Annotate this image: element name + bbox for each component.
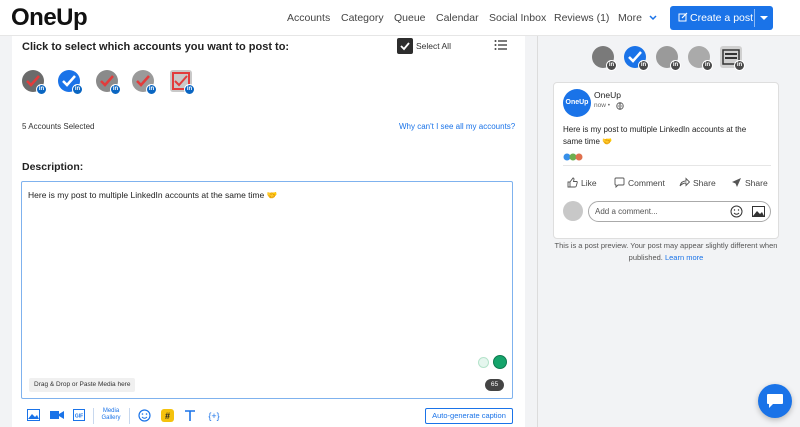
send-icon xyxy=(732,178,741,187)
emoji-icon[interactable] xyxy=(138,409,151,422)
nav-category[interactable]: Category xyxy=(341,12,384,24)
caret-down-icon[interactable] xyxy=(760,16,768,20)
nav-calendar[interactable]: Calendar xyxy=(436,12,479,24)
create-post-separator xyxy=(754,9,755,27)
media-gallery-button[interactable]: Media Gallery xyxy=(100,408,122,422)
nav-social-inbox[interactable]: Social Inbox xyxy=(489,12,546,24)
svg-text:{+}: {+} xyxy=(208,411,219,421)
linkedin-icon: in xyxy=(72,84,83,95)
why-accounts-link[interactable]: Why can't I see all my accounts? xyxy=(399,122,515,131)
panel-divider xyxy=(537,36,538,427)
chat-support-button[interactable] xyxy=(758,384,792,418)
like-label: Like xyxy=(581,178,597,188)
share-label: Share xyxy=(693,178,716,188)
gif-icon[interactable]: GIF xyxy=(73,409,85,421)
image-icon[interactable] xyxy=(27,409,40,421)
variables-icon[interactable]: {+} xyxy=(206,409,222,422)
top-nav: OneUp Accounts Category Queue Calendar S… xyxy=(0,0,800,36)
grammarly-icon[interactable] xyxy=(493,355,507,369)
create-post-label: Create a post xyxy=(690,12,754,24)
share-icon xyxy=(679,177,691,187)
create-post-button[interactable]: Create a post xyxy=(670,6,773,30)
media-gallery-line2: Gallery xyxy=(101,415,121,421)
auto-generate-caption-button[interactable]: Auto-generate caption xyxy=(425,408,513,424)
preview-account-2[interactable]: in xyxy=(624,46,649,71)
nav-queue[interactable]: Queue xyxy=(394,12,426,24)
account-avatar-2[interactable]: in xyxy=(58,70,83,95)
account-avatar-3[interactable]: in xyxy=(96,70,121,95)
reactions-icon xyxy=(563,153,583,161)
video-icon[interactable] xyxy=(50,409,64,421)
comment-box[interactable] xyxy=(588,201,771,222)
media-dropzone[interactable]: Drag & Drop or Paste Media here xyxy=(29,378,136,392)
thumbs-up-icon xyxy=(567,177,578,188)
nav-more[interactable]: More xyxy=(618,12,657,24)
account-avatar-1[interactable]: in xyxy=(22,70,47,95)
chevron-down-icon xyxy=(649,15,657,21)
list-view-icon[interactable] xyxy=(494,39,508,51)
nav-reviews[interactable]: Reviews (1) xyxy=(554,12,609,24)
description-editor[interactable]: Here is my post to multiple LinkedIn acc… xyxy=(21,181,513,399)
post-avatar: OneUp xyxy=(563,89,591,117)
post-body: Here is my post to multiple LinkedIn acc… xyxy=(563,125,747,146)
post-author-name: OneUp xyxy=(594,90,621,100)
account-avatar-4[interactable]: in xyxy=(132,70,157,95)
description-label: Description: xyxy=(22,161,84,173)
linkedin-icon: in xyxy=(734,60,745,71)
linkedin-icon: in xyxy=(606,60,617,71)
send-action[interactable]: Share xyxy=(731,177,768,188)
linkedin-icon: in xyxy=(638,60,649,71)
oneup-logo[interactable]: OneUp xyxy=(11,4,88,32)
nav-accounts[interactable]: Accounts xyxy=(287,12,330,24)
chat-bubble-icon xyxy=(767,394,783,408)
toolbar-separator xyxy=(129,408,130,424)
media-gallery-line1: Media xyxy=(102,408,120,414)
learn-more-link[interactable]: Learn more xyxy=(665,253,703,262)
comment-label: Comment xyxy=(628,178,665,188)
edit-icon xyxy=(678,12,688,22)
account-avatar-5[interactable]: in xyxy=(170,70,195,95)
text-format-icon[interactable] xyxy=(184,409,196,422)
linkedin-icon: in xyxy=(670,60,681,71)
preview-account-1[interactable]: in xyxy=(592,46,617,71)
comment-input[interactable] xyxy=(595,207,725,216)
post-timestamp: now • xyxy=(594,102,611,109)
linkedin-icon: in xyxy=(702,60,713,71)
send-label: Share xyxy=(745,178,768,188)
select-all-checkbox[interactable] xyxy=(397,38,413,54)
checkmark-icon xyxy=(400,42,410,51)
commenter-avatar xyxy=(563,201,583,221)
description-text[interactable]: Here is my post to multiple LinkedIn acc… xyxy=(28,190,277,201)
like-action[interactable]: Like xyxy=(567,177,597,188)
toolbar-separator xyxy=(93,408,94,424)
select-all-label[interactable]: Select All xyxy=(416,41,451,51)
character-count-badge: 65 xyxy=(485,379,504,391)
image-icon[interactable] xyxy=(752,206,765,217)
select-accounts-title: Click to select which accounts you want … xyxy=(22,41,290,53)
comment-icon xyxy=(614,177,625,189)
preview-disclaimer: This is a post preview. Your post may ap… xyxy=(553,240,779,264)
post-divider xyxy=(563,165,771,166)
nav-more-label: More xyxy=(618,12,642,24)
composer-panel: Click to select which accounts you want … xyxy=(12,36,525,427)
svg-text:GIF: GIF xyxy=(75,414,83,420)
emoji-icon[interactable] xyxy=(730,205,743,218)
preview-account-4[interactable]: in xyxy=(688,46,713,71)
linkedin-icon: in xyxy=(146,84,157,95)
globe-icon xyxy=(616,102,624,110)
preview-account-5[interactable]: in xyxy=(720,46,745,71)
comment-action[interactable]: Comment xyxy=(614,177,665,189)
hashtag-icon[interactable]: # xyxy=(161,409,174,422)
linkedin-post-preview: OneUp OneUp now • Here is my post to mul… xyxy=(553,82,779,239)
preview-account-3[interactable]: in xyxy=(656,46,681,71)
linkedin-icon: in xyxy=(110,84,121,95)
linkedin-icon: in xyxy=(36,84,47,95)
accounts-selected-count: 5 Accounts Selected xyxy=(22,122,95,131)
editor-toolbar: GIF Media Gallery # {+} Auto-generate ca… xyxy=(12,406,525,427)
share-action[interactable]: Share xyxy=(679,177,716,188)
lightbulb-icon[interactable] xyxy=(478,357,489,368)
svg-text:#: # xyxy=(165,411,170,421)
linkedin-icon: in xyxy=(184,84,195,95)
